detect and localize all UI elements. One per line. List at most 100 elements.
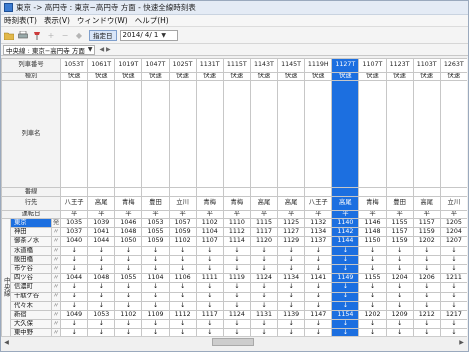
train-name-cell[interactable] (114, 80, 143, 188)
time-cell[interactable]: 1157 (385, 227, 414, 238)
train-destination-cell[interactable]: 高尾 (249, 196, 279, 211)
time-cell[interactable]: 1044 (60, 273, 89, 284)
time-cell[interactable]: 1037 (60, 227, 89, 238)
time-cell[interactable]: 1050 (114, 236, 143, 247)
time-cell[interactable]: ↓ (195, 263, 224, 275)
time-cell[interactable]: ↓ (60, 319, 89, 330)
train-destination-cell[interactable]: 青梅 (222, 196, 251, 211)
time-cell[interactable]: 1202 (412, 236, 441, 247)
time-cell[interactable]: ↓ (277, 300, 306, 311)
train-destination-cell[interactable]: 豊田 (141, 196, 170, 211)
train-kind-cell[interactable]: 快速 (331, 72, 360, 81)
train-platform-cell[interactable] (168, 187, 197, 197)
train-day-cell[interactable]: 平 (168, 210, 197, 219)
time-cell[interactable]: ↓ (331, 328, 360, 336)
train-kind-cell[interactable]: 快速 (222, 72, 251, 81)
train-day-cell[interactable]: 平 (195, 210, 224, 219)
time-cell[interactable]: 1140 (331, 217, 360, 229)
time-cell[interactable]: 1059 (141, 236, 170, 247)
train-name-cell[interactable] (385, 80, 414, 188)
train-number-cell[interactable]: 1103T (412, 58, 441, 73)
time-cell[interactable]: 1055 (114, 273, 143, 284)
time-cell[interactable]: 1104 (141, 273, 170, 284)
time-cell[interactable]: ↓ (412, 282, 441, 293)
time-cell[interactable]: ↓ (358, 263, 387, 275)
time-cell[interactable]: ↓ (412, 245, 441, 256)
time-cell[interactable]: ↓ (141, 291, 170, 302)
time-cell[interactable]: ↓ (168, 245, 197, 256)
train-name-cell[interactable] (331, 80, 360, 188)
time-cell[interactable]: 1205 (439, 217, 467, 229)
time-cell[interactable]: ↓ (412, 300, 441, 311)
time-cell[interactable]: 1141 (304, 273, 333, 284)
train-name-cell[interactable] (141, 80, 170, 188)
train-platform-cell[interactable] (304, 187, 333, 197)
scroll-track[interactable] (12, 338, 456, 346)
time-cell[interactable]: 1055 (141, 227, 170, 238)
station-name[interactable]: 大久保 (10, 319, 52, 330)
train-kind-cell[interactable]: 快速 (60, 72, 89, 81)
time-cell[interactable]: ↓ (304, 254, 333, 265)
time-cell[interactable]: ↓ (249, 282, 279, 293)
train-destination-cell[interactable]: 青梅 (114, 196, 143, 211)
train-platform-cell[interactable] (358, 187, 387, 197)
menu-timetable[interactable]: 時刻表(T) (4, 15, 37, 26)
diamond-icon[interactable]: ◆ (73, 29, 85, 41)
time-cell[interactable]: 1041 (87, 227, 116, 238)
time-cell[interactable]: 1157 (412, 217, 441, 229)
time-cell[interactable]: ↓ (114, 291, 143, 302)
time-cell[interactable]: ↓ (195, 319, 224, 330)
time-cell[interactable]: ↓ (385, 282, 414, 293)
menu-window[interactable]: ウィンドウ(W) (77, 15, 128, 26)
plus-icon[interactable]: + (45, 29, 57, 41)
time-cell[interactable]: ↓ (304, 291, 333, 302)
time-cell[interactable]: ↓ (304, 282, 333, 293)
train-number-cell[interactable]: 1143T (249, 58, 279, 73)
train-name-cell[interactable] (222, 80, 251, 188)
train-name-cell[interactable] (277, 80, 306, 188)
time-cell[interactable]: ↓ (141, 263, 170, 275)
time-cell[interactable]: 1120 (249, 236, 279, 247)
train-day-cell[interactable]: 平 (412, 210, 441, 219)
train-number-cell[interactable]: 1107T (358, 58, 387, 73)
time-cell[interactable]: 1159 (385, 236, 414, 247)
time-cell[interactable]: 1104 (195, 227, 224, 238)
time-cell[interactable]: ↓ (385, 263, 414, 275)
time-cell[interactable]: ↓ (60, 300, 89, 311)
time-cell[interactable]: ↓ (195, 291, 224, 302)
time-cell[interactable]: ↓ (195, 245, 224, 256)
time-cell[interactable]: ↓ (141, 300, 170, 311)
time-cell[interactable]: ↓ (222, 291, 251, 302)
time-cell[interactable]: ↓ (439, 291, 467, 302)
station-name[interactable]: 信濃町 (10, 282, 52, 293)
train-day-cell[interactable]: 平 (114, 210, 143, 219)
station-name[interactable]: 市ケ谷 (10, 263, 52, 275)
time-cell[interactable]: ↓ (277, 245, 306, 256)
time-cell[interactable]: ↓ (114, 245, 143, 256)
specified-date-button[interactable]: 指定日 (89, 29, 117, 41)
train-day-cell[interactable]: 平 (304, 210, 333, 219)
time-cell[interactable]: 1106 (168, 273, 197, 284)
time-cell[interactable]: ↓ (331, 245, 360, 256)
time-cell[interactable]: ↓ (358, 282, 387, 293)
train-platform-cell[interactable] (141, 187, 170, 197)
time-cell[interactable]: ↓ (331, 300, 360, 311)
time-cell[interactable]: ↓ (304, 319, 333, 330)
train-number-cell[interactable]: 1115T (222, 58, 251, 73)
time-cell[interactable]: ↓ (412, 328, 441, 336)
time-cell[interactable]: ↓ (60, 291, 89, 302)
train-platform-cell[interactable] (222, 187, 251, 197)
time-cell[interactable]: ↓ (60, 263, 89, 275)
train-day-cell[interactable]: 平 (60, 210, 89, 219)
train-kind-cell[interactable]: 快速 (114, 72, 143, 81)
train-name-cell[interactable] (412, 80, 441, 188)
time-cell[interactable]: ↓ (304, 263, 333, 275)
time-cell[interactable]: ↓ (249, 245, 279, 256)
time-cell[interactable]: 1117 (195, 309, 224, 321)
time-cell[interactable]: 1206 (412, 273, 441, 284)
time-cell[interactable]: ↓ (87, 282, 116, 293)
time-cell[interactable]: 1125 (277, 217, 306, 229)
station-name[interactable]: 東京 (10, 217, 52, 229)
time-cell[interactable]: 1202 (358, 309, 387, 321)
train-kind-cell[interactable]: 快速 (249, 72, 279, 81)
